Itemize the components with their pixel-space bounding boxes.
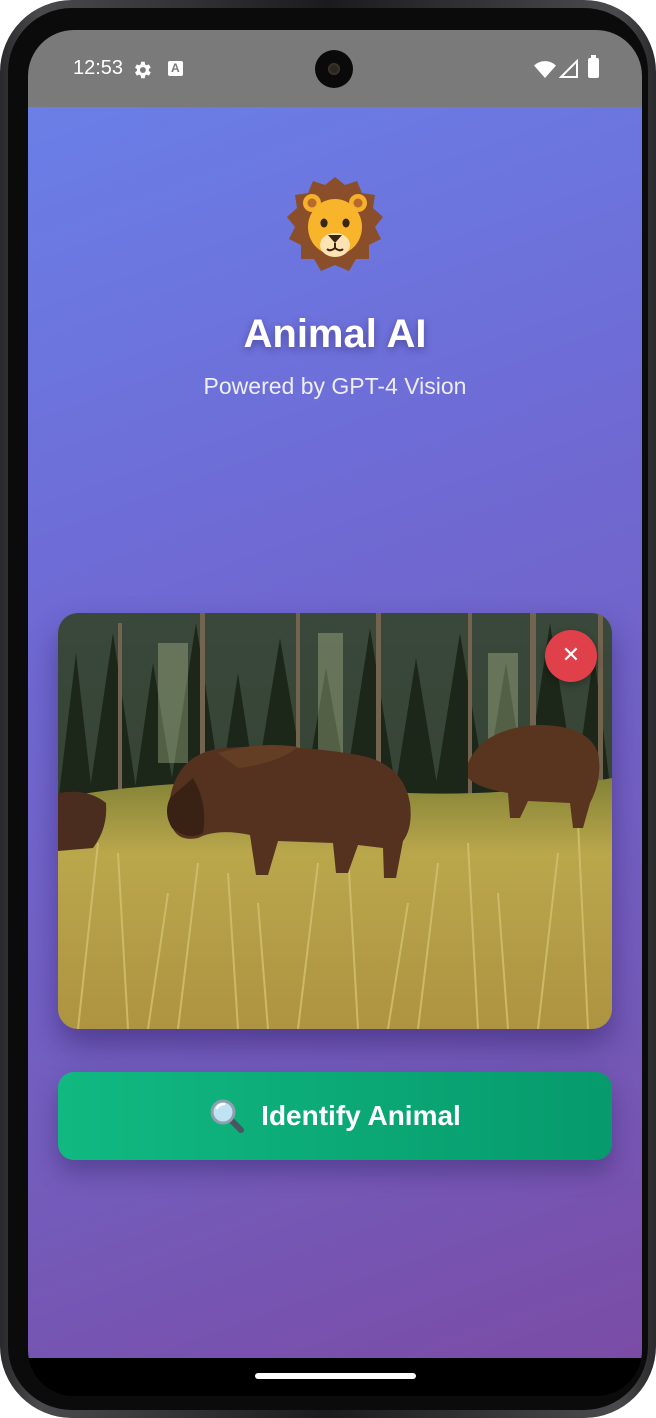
app-subtitle: Powered by GPT-4 Vision bbox=[203, 373, 467, 399]
device-frame: 12:53 A Animal AI Powered by GPT-4 Visio… bbox=[0, 0, 656, 1418]
cell-signal-icon bbox=[559, 59, 578, 78]
bison-photo bbox=[58, 613, 612, 1029]
selected-photo[interactable]: ✕ bbox=[58, 613, 612, 1029]
wifi-icon bbox=[534, 61, 556, 78]
home-indicator[interactable] bbox=[255, 1373, 416, 1379]
a-notification-icon bbox=[168, 61, 183, 76]
front-camera bbox=[315, 50, 353, 88]
phone-screen: 12:53 A Animal AI Powered by GPT-4 Visio… bbox=[28, 30, 642, 1396]
app-title: Animal AI bbox=[243, 312, 427, 356]
lion-icon bbox=[287, 177, 383, 271]
identify-button-content: Identify Animal bbox=[58, 1072, 612, 1160]
identify-button-label: Identify Animal bbox=[261, 1100, 461, 1131]
gear-icon bbox=[135, 61, 151, 79]
identify-animal-button[interactable]: Identify Animal bbox=[58, 1072, 612, 1160]
magnifier-icon bbox=[210, 1099, 245, 1133]
remove-photo-button[interactable]: ✕ bbox=[545, 630, 597, 682]
status-bar: 12:53 bbox=[28, 30, 642, 107]
battery-icon bbox=[588, 55, 599, 78]
app-background: Animal AI Powered by GPT-4 Vision ✕ Iden… bbox=[28, 107, 642, 1358]
status-time: 12:53 bbox=[73, 57, 124, 79]
navigation-bar bbox=[28, 1358, 642, 1396]
device-bezel: 12:53 A Animal AI Powered by GPT-4 Visio… bbox=[8, 8, 648, 1410]
